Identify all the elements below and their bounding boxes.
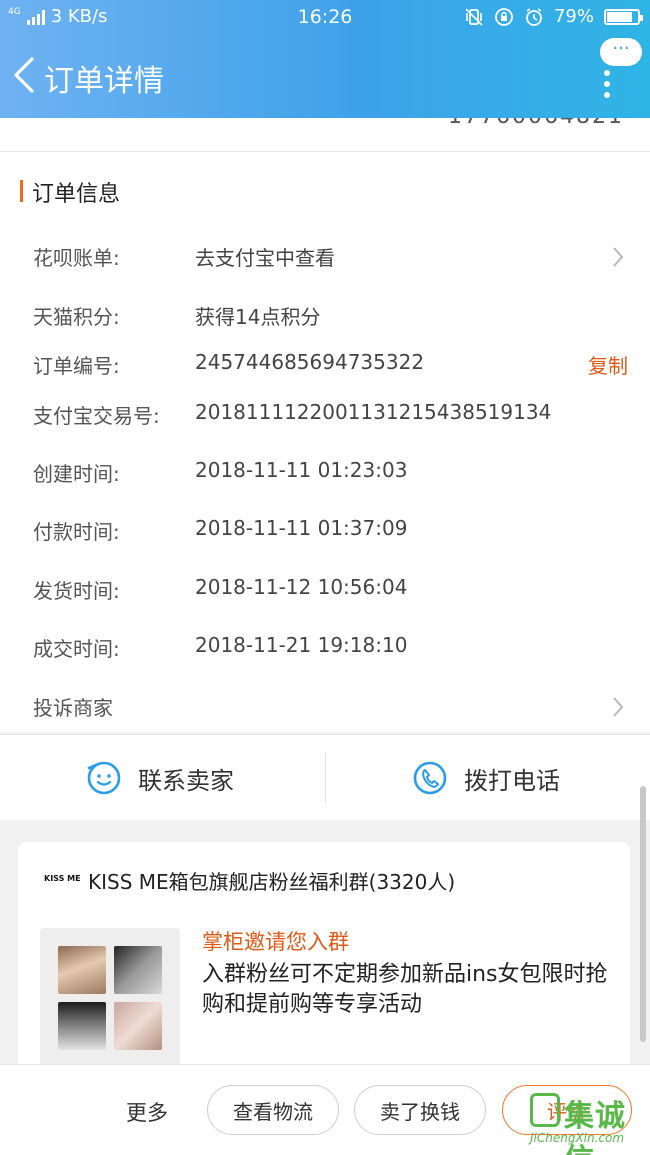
view-logistics-button[interactable]: 查看物流	[207, 1085, 339, 1135]
fan-group-card[interactable]: KISS ME KISS ME箱包旗舰店粉丝福利群(3320人) 掌柜邀请您入群…	[18, 842, 630, 1072]
watermark-logo-icon	[530, 1093, 560, 1127]
vibrate-icon	[465, 7, 483, 26]
shipped-time-row: 发货时间: 2018-11-12 10:56:04	[33, 575, 630, 605]
row-value: 2018-11-21 19:18:10	[195, 633, 408, 657]
rotation-lock-icon	[495, 7, 513, 26]
huabei-bill-row[interactable]: 花呗账单: 去支付宝中查看	[33, 242, 630, 272]
watermark-text: 集诚信	[564, 1099, 626, 1155]
battery-level	[607, 11, 633, 22]
back-arrow-icon[interactable]	[12, 56, 36, 94]
chat-smile-icon	[87, 761, 121, 795]
scrollbar[interactable]	[640, 786, 646, 1042]
bottom-action-bar: 更多 查看物流 卖了换钱 评价 集诚信 JiChengXin.com	[0, 1064, 650, 1155]
paid-time-row: 付款时间: 2018-11-11 01:37:09	[33, 516, 630, 546]
battery-icon	[604, 8, 643, 25]
row-value: 2018-11-11 01:37:09	[195, 516, 408, 540]
row-label: 订单编号:	[33, 354, 120, 378]
row-value: 获得14点积分	[195, 305, 321, 329]
call-label: 拨打电话	[464, 766, 560, 795]
phone-icon	[413, 761, 447, 795]
chevron-right-icon	[613, 697, 624, 717]
group-name: KISS ME箱包旗舰店粉丝福利群(3320人)	[88, 870, 456, 894]
store-logo: KISS ME	[44, 874, 81, 883]
row-label: 支付宝交易号:	[33, 404, 160, 428]
more-button[interactable]: 更多	[126, 1097, 168, 1127]
completed-time-row: 成交时间: 2018-11-21 19:18:10	[33, 633, 630, 663]
row-value: 2018-11-11 01:23:03	[195, 458, 408, 482]
row-label: 天猫积分:	[33, 305, 120, 329]
divider	[325, 753, 326, 803]
invite-title: 掌柜邀请您入群	[202, 930, 349, 954]
section-title: 订单信息	[20, 176, 120, 208]
sell-for-cash-button[interactable]: 卖了换钱	[354, 1085, 486, 1135]
alipay-trade-row: 支付宝交易号: 2018111122001131215438519134	[33, 400, 630, 430]
order-number: 2457446856947353​22	[195, 350, 425, 374]
created-time-row: 创建时间: 2018-11-11 01:23:03	[33, 458, 630, 488]
previous-section-cutoff: 17760064821	[0, 118, 650, 152]
phone-number: 17760064821	[448, 118, 624, 129]
chevron-right-icon	[613, 247, 624, 267]
row-value: 2018-11-12 10:56:04	[195, 575, 408, 599]
row-value: 去支付宝中查看	[195, 246, 335, 270]
row-label: 花呗账单:	[33, 246, 120, 270]
status-bar: 4G 3 KB/s 16:26 79%	[0, 0, 650, 34]
row-value: 2018111122001131215438519134	[195, 400, 552, 424]
row-label: 创建时间:	[33, 462, 120, 486]
row-label: 发货时间:	[33, 579, 120, 603]
avatar	[58, 946, 106, 994]
invite-description: 入群粉丝可不定期参加新品ins女包限时抢购和提前购等专享活动	[202, 962, 608, 1017]
contact-seller-button[interactable]: 联系卖家	[86, 735, 234, 821]
more-menu-icon[interactable]	[604, 70, 612, 103]
contact-bar: 联系卖家 拨打电话	[0, 734, 650, 820]
order-info-section: 订单信息 花呗账单: 去支付宝中查看 天猫积分: 获得14点积分 订单编号: 2…	[0, 152, 650, 732]
copy-button[interactable]: 复制	[588, 350, 628, 379]
battery-percent: 79%	[553, 6, 594, 27]
call-button[interactable]: 拨打电话	[412, 735, 560, 821]
tmall-points-row: 天猫积分: 获得14点积分	[33, 301, 630, 331]
row-label: 投诉商家	[33, 696, 113, 720]
group-avatars	[40, 928, 180, 1068]
row-label: 成交时间:	[33, 637, 120, 661]
complain-seller-row[interactable]: 投诉商家	[33, 692, 630, 722]
avatar	[58, 1002, 106, 1050]
message-bubble-button[interactable]: ···	[600, 38, 642, 66]
contact-seller-label: 联系卖家	[138, 766, 234, 795]
app-header: 4G 3 KB/s 16:26 79% 订单详情 ···	[0, 0, 650, 118]
watermark-url: JiChengXin.com	[530, 1131, 625, 1145]
avatar	[114, 1002, 162, 1050]
avatar	[114, 946, 162, 994]
alarm-icon	[526, 7, 542, 26]
order-number-row: 订单编号: 2457446856947353​22 复制	[33, 350, 630, 380]
row-label: 付款时间:	[33, 520, 120, 544]
watermark: 集诚信 JiChengXin.com	[526, 1093, 644, 1155]
page-title: 订单详情	[44, 64, 164, 99]
